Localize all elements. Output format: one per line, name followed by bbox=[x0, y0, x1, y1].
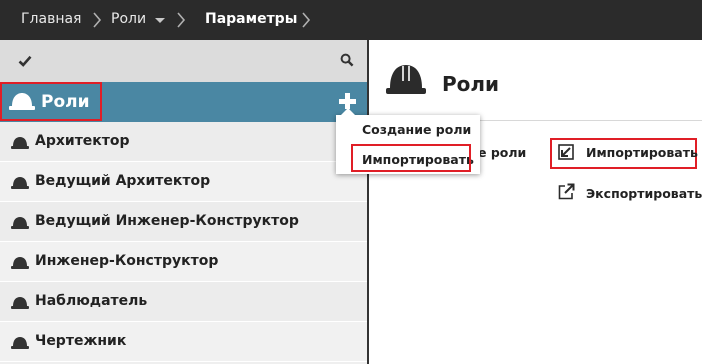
highlight-box bbox=[351, 144, 471, 172]
sidebar-toolbar bbox=[0, 40, 367, 82]
hard-hat-icon bbox=[11, 137, 29, 149]
popup-arrow bbox=[341, 108, 355, 115]
menu-item-create-role[interactable]: Создание роли bbox=[362, 122, 471, 137]
roles-sidebar: Роли Архитектор Ведущий Архитектор Ведущ… bbox=[0, 40, 369, 364]
breadcrumb: Главная Роли Параметры bbox=[0, 0, 702, 40]
hard-hat-icon bbox=[11, 257, 29, 269]
list-item-label: Ведущий Инженер-Конструктор bbox=[35, 213, 299, 229]
list-item-label: Архитектор bbox=[35, 133, 130, 149]
list-item[interactable]: Ведущий Архитектор bbox=[0, 162, 367, 202]
list-item[interactable]: Архитектор bbox=[0, 122, 367, 162]
list-item[interactable]: Инженер-Конструктор bbox=[0, 242, 367, 282]
chevron-right-icon bbox=[302, 12, 311, 28]
list-item[interactable]: Чертежник bbox=[0, 322, 367, 362]
chevron-right-icon bbox=[93, 12, 102, 28]
hard-hat-icon bbox=[11, 297, 29, 309]
breadcrumb-home[interactable]: Главная bbox=[21, 0, 81, 40]
check-icon[interactable] bbox=[18, 54, 32, 68]
add-menu-popup: Создание роли Импортировать bbox=[336, 108, 480, 174]
list-item-label: Наблюдатель bbox=[35, 293, 148, 309]
create-role-link[interactable]: е роли bbox=[478, 145, 526, 160]
hard-hat-icon bbox=[11, 337, 29, 349]
export-button[interactable]: Экспортировать bbox=[586, 186, 702, 201]
list-item[interactable]: Ведущий Инженер-Конструктор bbox=[0, 202, 367, 242]
import-button[interactable]: Импортировать bbox=[586, 145, 698, 160]
page-title: Роли bbox=[442, 72, 500, 96]
breadcrumb-roles[interactable]: Роли bbox=[111, 0, 146, 40]
export-icon bbox=[558, 183, 575, 200]
list-item-label: Ведущий Архитектор bbox=[35, 173, 211, 189]
list-item-label: Чертежник bbox=[35, 333, 127, 349]
list-item-label: Инженер-Конструктор bbox=[35, 253, 219, 269]
highlight-box bbox=[0, 82, 102, 121]
roles-header[interactable]: Роли bbox=[0, 82, 367, 122]
breadcrumb-current: Параметры bbox=[205, 11, 298, 27]
chevron-right-icon bbox=[177, 12, 186, 28]
chevron-down-icon[interactable] bbox=[155, 18, 165, 23]
hard-hat-icon bbox=[11, 177, 29, 189]
hard-hat-icon bbox=[386, 65, 426, 94]
main-panel: Роли е роли Импортировать Экспортировать bbox=[370, 40, 702, 364]
search-icon[interactable] bbox=[340, 53, 354, 67]
hard-hat-icon bbox=[11, 217, 29, 229]
import-icon bbox=[558, 144, 574, 160]
list-item[interactable]: Наблюдатель bbox=[0, 282, 367, 322]
